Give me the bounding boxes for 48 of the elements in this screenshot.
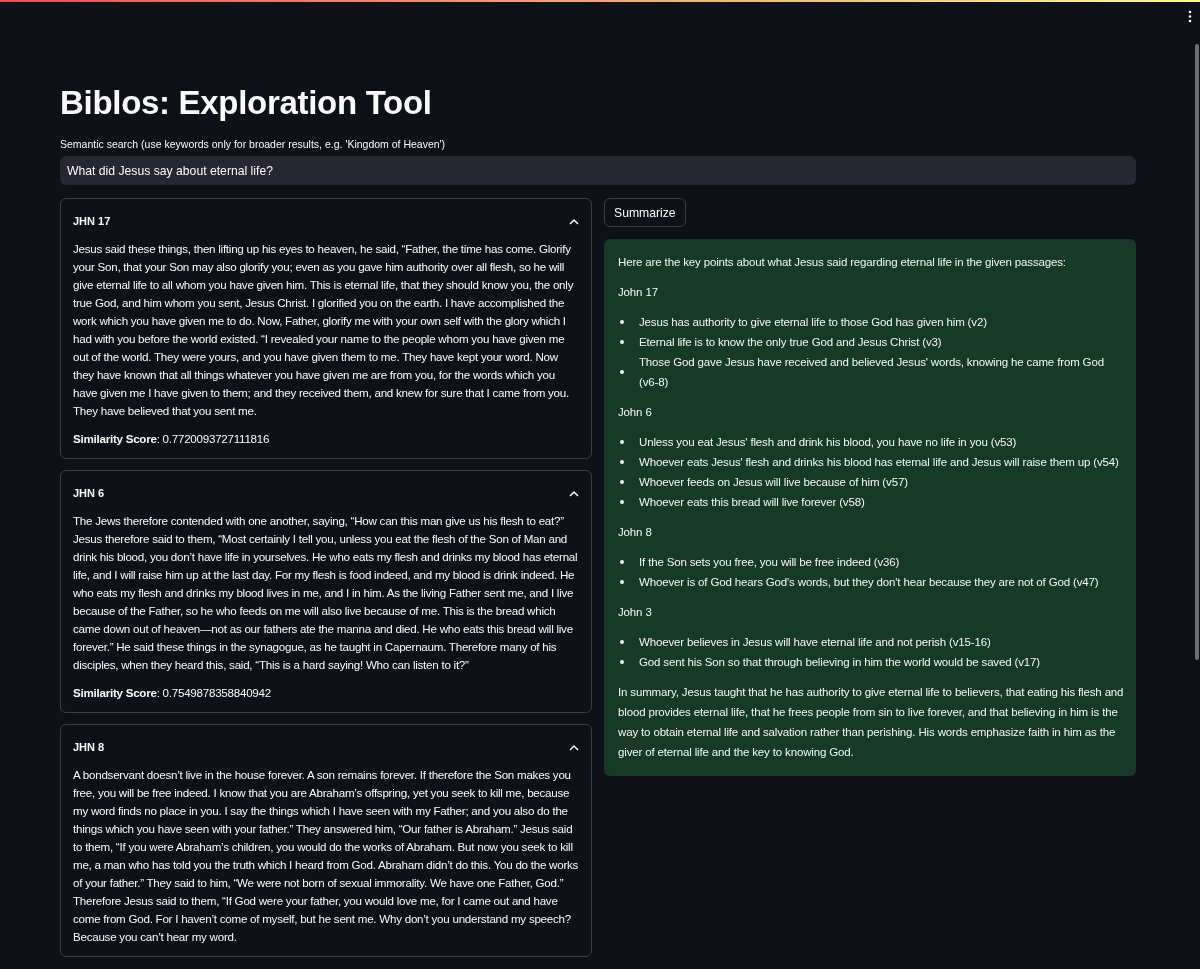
chevron-up-icon (569, 217, 579, 225)
passage-reference: JHN 17 (73, 215, 111, 227)
bullet-icon (620, 480, 624, 484)
menu-icon[interactable] (1188, 10, 1192, 23)
expander-header[interactable]: JHN 17 (61, 199, 591, 232)
summary-point: Whoever believes in Jesus will have eternal life and not perish (v15-16) (639, 635, 991, 650)
search-label: Semantic search (use keywords only for broader results, e.g. 'Kingdom of Heaven') (60, 138, 447, 150)
summary-heading: John 17 (618, 285, 659, 300)
summary-point: Unless you eat Jesus' flesh and drink his blood, you have no life in you (v53) (639, 435, 1017, 450)
search-field[interactable]: What did Jesus say about eternal life? (60, 156, 1136, 185)
summary-point: Whoever eats Jesus' flesh and drinks his blood has eternal life and Jesus will raise them up (v54) (639, 455, 1119, 470)
passage-reference: JHN 6 (73, 487, 105, 499)
similarity-score: Similarity Score: 0.7549878358840942 (73, 685, 272, 701)
bullet-icon (620, 370, 624, 374)
passage-text: A bondservant doesn’t live in the house forever. A son remains forever. If therefore the Son makes you free, you will be free indeed. I know that you are Abraham’s offspring, yet you seek to kill me, because my word finds no place in you. I say the things which I have seen with my Father; and you also do the things which you have seen with your father.” They answered him, “Our father is Abraham.” Jesus said to them, “If you were Abraham’s children, you would do the works of Abraham. But now you seek to kill me, a man who has told you the truth which I heard from God. Abraham didn’t do this. You do the works of your father.” They said to him, “We were not born of sexual immorality. We have one Father, God.” Therefore Jesus said to them, “If God were your father, you would love me, for I came out and have come from God. For I haven’t come of myself, but he sent me. Why don’t you understand my speech? Because you can’t hear my word. (73, 767, 580, 945)
similarity-score: Similarity Score: 0.7720093727111816 (73, 431, 271, 447)
bullet-icon (620, 320, 624, 324)
bullet-icon (620, 580, 624, 584)
summary-point: Whoever eats this bread will live forever (v58) (639, 495, 865, 510)
bullet-icon (620, 440, 624, 444)
summary-heading: John 3 (618, 605, 653, 620)
expander-header[interactable]: JHN 8 (61, 725, 591, 758)
summary-point: Eternal life is to know the only true God and Jesus Christ (v3) (639, 335, 942, 350)
chevron-up-icon (569, 743, 579, 751)
summary-point: Jesus has authority to give eternal life to those God has given him (v2) (639, 315, 987, 330)
bullet-icon (620, 640, 624, 644)
bullet-icon (620, 460, 624, 464)
passage-reference: JHN 8 (73, 741, 105, 753)
page-title: Biblos: Exploration Tool (60, 83, 433, 123)
summarize-button[interactable]: Summarize (604, 198, 686, 227)
bullet-icon (620, 560, 624, 564)
bullet-icon (620, 660, 624, 664)
passage-text: Jesus said these things, then lifting up his eyes to heaven, he said, “Father, the time has come. Glorify your Son, that your Son may also glorify you; even as you gave him authority over all flesh, so he will give eternal life to all whom you have given him. This is eternal life, that they should know you, the only true God, and him whom you sent, Jesus Christ. I glorified you on the earth. I have accomplished the work which you have given me to do. Now, Father, glorify me with your own self with the glory which I had with you before the world existed. “I revealed your name to the people whom you have given me out of the world. They were yours, and you have given them to me. They have kept your word. Now they have known that all things whatever you have given me are from you, for the words which you have given me I have given to them; and they received them, and knew for sure that I came from you. They have believed that you sent me. (73, 241, 575, 419)
bullet-icon (620, 500, 624, 504)
summary-point: Whoever feeds on Jesus will live because of him (v57) (639, 475, 908, 490)
bullet-icon (620, 340, 624, 344)
summary-heading: John 8 (618, 525, 653, 540)
summary-heading: John 6 (618, 405, 653, 420)
passage-text: The Jews therefore contended with one another, saying, “How can this man give us his flesh to eat?” Jesus therefore said to them, “Most certainly I tell you, unless you eat the flesh of the Son of Man and drink his blood, you don’t have life in yourselves. He who eats my flesh and drinks my blood has eternal life, and I will raise him up at the last day. For my flesh is food indeed, and my blood is drink indeed. He who eats my flesh and drinks my blood lives in me, and I in him. As the living Father sent me, and I live because of the Father, so he who feeds on me will also live because of me. This is the bread which came down out of heaven—not as our fathers ate the manna and died. He who eats this bread will live forever.” He said these things in the synagogue, as he taught in Capernaum. Therefore many of his disciples, when they heard this, said, “This is a hard saying! Who can listen to it?” (73, 513, 579, 673)
scrollbar[interactable] (1195, 44, 1199, 660)
summary-conclusion: In summary, Jesus taught that he has authority to give eternal life to believers, that eating his flesh and blood provides eternal life, that he frees people from sin to live forever, and that believing in him is the way to obtain eternal life and salvation rather than perishing. His words emphasize faith in him as the giver of eternal life and the key to knowing God. (618, 685, 1124, 760)
summary-point: Whoever is of God hears God's words, but they don't hear because they are not of God (v47) (639, 575, 1099, 590)
summary-point: If the Son sets you free, you will be free indeed (v36) (639, 555, 900, 570)
expander-header[interactable]: JHN 6 (61, 471, 591, 504)
summary-intro: Here are the key points about what Jesus said regarding eternal life in the given passages: (618, 255, 1067, 270)
summary-point: Those God gave Jesus have received and believed Jesus' words, knowing he came from God (v6-8) (639, 355, 1105, 390)
chevron-up-icon (569, 489, 579, 497)
summary-point: God sent his Son so that through believing in him the world would be saved (v17) (639, 655, 1040, 670)
